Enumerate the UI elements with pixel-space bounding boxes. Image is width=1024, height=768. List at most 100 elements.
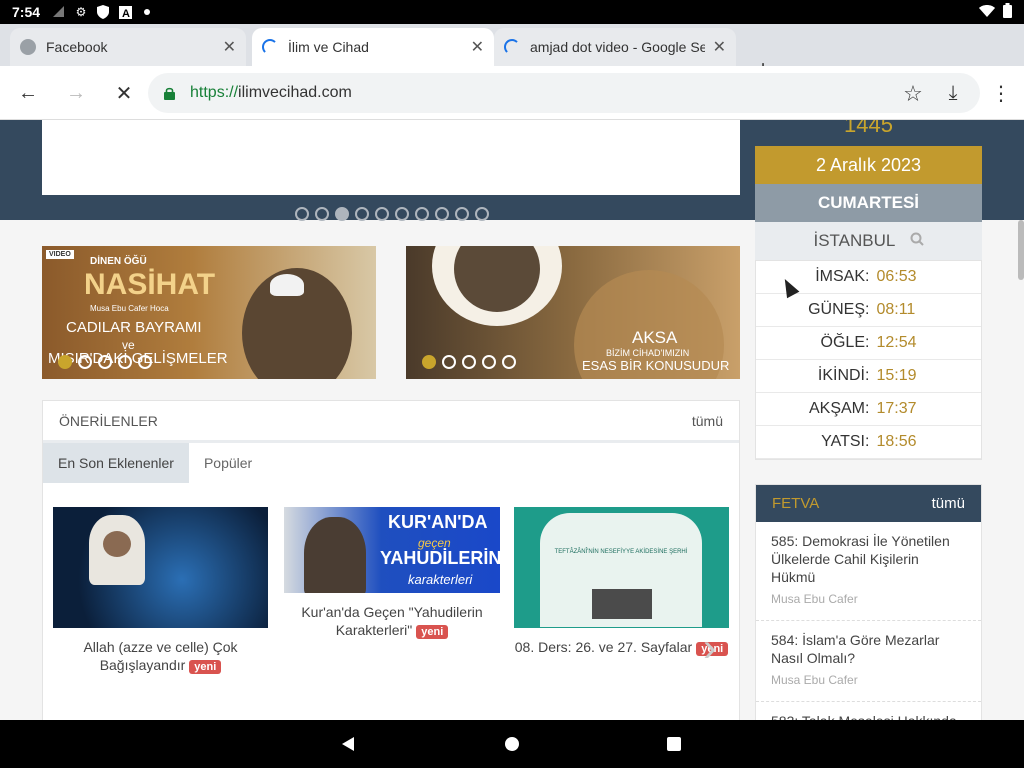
prayer-name: YATSI [821, 433, 865, 450]
tab-strip: Facebook ✕ İlim ve Cihad ✕ amjad dot vid… [0, 24, 1024, 80]
menu-button[interactable]: ⋮ [989, 81, 1013, 105]
fetva-item[interactable]: 583: Talak Meselesi Hakkında Bazı Hüküml… [756, 702, 981, 720]
prayer-name: İKİNDİ [817, 367, 865, 384]
hero-slider[interactable] [42, 120, 740, 195]
fetva-all-link[interactable]: tümü [932, 495, 965, 512]
video-thumbnail[interactable]: KUR'AN'DA geçen YAHUDİLERİN karakterleri [284, 507, 500, 593]
fetva-item-author: Musa Ebu Cafer [771, 592, 858, 606]
video-thumbnail[interactable]: TEFTÂZÂNÎ'NİN NESEFİYYE AKİDESİNE ŞERHİ [514, 507, 729, 628]
banner-dot[interactable] [78, 355, 92, 369]
prayer-time-row: İKİNDİ:15:19 [756, 360, 981, 393]
video-thumbnail[interactable] [53, 507, 268, 628]
video-label: VIDEO [46, 250, 74, 259]
slider-dot[interactable] [315, 207, 329, 221]
close-tab-icon[interactable]: ✕ [713, 37, 726, 57]
slider-dot[interactable] [415, 207, 429, 221]
browser-toolbar: ← → ✕ https:// ilimvecihad.com ☆ ⤓ ⋮ [0, 66, 1024, 120]
search-icon[interactable] [905, 232, 924, 250]
slider-dot[interactable] [475, 207, 489, 221]
video-card[interactable]: KUR'AN'DA geçen YAHUDİLERİN karakterleri… [284, 507, 500, 641]
globe-icon [20, 39, 36, 55]
fetva-item-title[interactable]: 585: Demokrasi İle Yönetilen Ülkelerde C… [771, 532, 966, 586]
banner-dot[interactable] [462, 355, 476, 369]
next-arrow-icon[interactable]: › [703, 626, 716, 671]
battery-icon [1003, 3, 1012, 21]
tab-ilim-ve-cihad[interactable]: İlim ve Cihad ✕ [252, 28, 494, 66]
prayer-time-row: YATSI:18:56 [756, 426, 981, 459]
close-tab-icon[interactable]: ✕ [223, 37, 236, 57]
tab-google-search[interactable]: amjad dot video - Google Search ✕ [494, 28, 736, 66]
nav-recent-apps-icon[interactable] [667, 737, 681, 751]
slider-dot-active[interactable] [335, 207, 349, 221]
settings-gear-icon: ⚙ [75, 5, 87, 19]
thumb-text: karakterleri [408, 572, 473, 587]
tab-facebook[interactable]: Facebook ✕ [10, 28, 246, 66]
video-card[interactable]: TEFTÂZÂNÎ'NİN NESEFİYYE AKİDESİNE ŞERHİ … [514, 507, 729, 658]
tab-label: amjad dot video - Google Search [530, 39, 705, 55]
page-scrollbar[interactable] [1018, 220, 1024, 280]
forward-button[interactable]: → [64, 81, 88, 105]
banner-dot[interactable] [442, 355, 456, 369]
nav-home-icon[interactable] [505, 737, 519, 751]
city-selector[interactable]: İSTANBUL [755, 222, 982, 260]
download-button[interactable]: ⤓ [941, 81, 965, 105]
fetva-item[interactable]: 584: İslam'a Göre Mezarlar Nasıl Olmalı?… [756, 621, 981, 702]
fetva-item-title[interactable]: 583: Talak Meselesi Hakkında Bazı Hüküml… [771, 712, 966, 720]
banner-dot[interactable] [502, 355, 516, 369]
banner-dot[interactable] [138, 355, 152, 369]
banner-aksa[interactable]: AKSA BİZİM CİHAD'IMIZIN ESAS BİR KONUSUD… [406, 246, 740, 379]
bookmark-star-button[interactable]: ☆ [901, 81, 925, 106]
speaker-face [103, 531, 131, 557]
speaker-cap [270, 274, 304, 296]
card-title-text: 08. Ders: 26. ve 27. Sayfalar [514, 639, 693, 655]
speaker-image [304, 517, 366, 593]
prayer-time-row: GÜNEŞ:08:11 [756, 294, 981, 327]
banner-dot[interactable] [118, 355, 132, 369]
slider-dot[interactable] [455, 207, 469, 221]
address-bar[interactable]: https:// ilimvecihad.com [148, 73, 980, 113]
banner-text: CADILAR BAYRAMI [66, 319, 202, 336]
series-label: DİNEN ÖĞÜ [90, 256, 147, 267]
banner-dot[interactable] [98, 355, 112, 369]
prayer-time: 15:19 [876, 367, 917, 384]
close-tab-icon[interactable]: ✕ [471, 37, 484, 57]
new-badge: yeni [416, 625, 449, 639]
recommended-title: ÖNERİLENLER [59, 412, 158, 429]
recommended-tabs: En Son Eklenenler Popüler [43, 443, 739, 483]
new-badge: yeni [189, 660, 222, 674]
video-card[interactable]: Allah (azze ve celle) Çok Bağışlayandır y… [53, 507, 268, 676]
fetva-title: FETVA [772, 495, 820, 512]
slider-dot[interactable] [395, 207, 409, 221]
recommended-header: ÖNERİLENLER tümü [43, 401, 739, 443]
loading-spinner-icon [504, 39, 520, 55]
prayer-date: 2 Aralık 2023 [755, 146, 982, 184]
status-time: 7:54 [12, 4, 41, 20]
city-name: İSTANBUL [813, 231, 896, 250]
back-button[interactable]: ← [16, 81, 40, 105]
fetva-item[interactable]: 585: Demokrasi İle Yönetilen Ülkelerde C… [756, 522, 981, 621]
slider-dot[interactable] [375, 207, 389, 221]
tab-label: Facebook [46, 39, 108, 55]
tab-latest[interactable]: En Son Eklenenler [43, 443, 189, 483]
fetva-header: FETVA tümü [756, 485, 981, 522]
banner-dots [58, 355, 152, 369]
slider-dot[interactable] [295, 207, 309, 221]
recommended-all-link[interactable]: tümü [692, 413, 723, 429]
tab-popular[interactable]: Popüler [189, 443, 267, 483]
nav-back-icon[interactable] [342, 737, 354, 751]
slider-dot[interactable] [435, 207, 449, 221]
card-title: 08. Ders: 26. ve 27. Sayfalar yeni [514, 638, 729, 658]
prayer-name: ÖĞLE [820, 334, 865, 351]
svg-text:A: A [122, 8, 130, 19]
prayer-time: 06:53 [876, 268, 917, 285]
fetva-item-title[interactable]: 584: İslam'a Göre Mezarlar Nasıl Olmalı? [771, 631, 966, 667]
banner-dot[interactable] [482, 355, 496, 369]
stop-loading-button[interactable]: ✕ [112, 81, 136, 105]
prayer-time-row: ÖĞLE:12:54 [756, 327, 981, 360]
banner-dot-active[interactable] [58, 355, 72, 369]
banner-dot-active[interactable] [422, 355, 436, 369]
banner-nasihat[interactable]: VIDEO DİNEN ÖĞÜ NASİHAT Musa Ebu Cafer H… [42, 246, 376, 379]
slider-dot[interactable] [355, 207, 369, 221]
android-nav-bar [0, 720, 1024, 768]
web-page: VIDEO DİNEN ÖĞÜ NASİHAT Musa Ebu Cafer H… [0, 120, 1024, 720]
